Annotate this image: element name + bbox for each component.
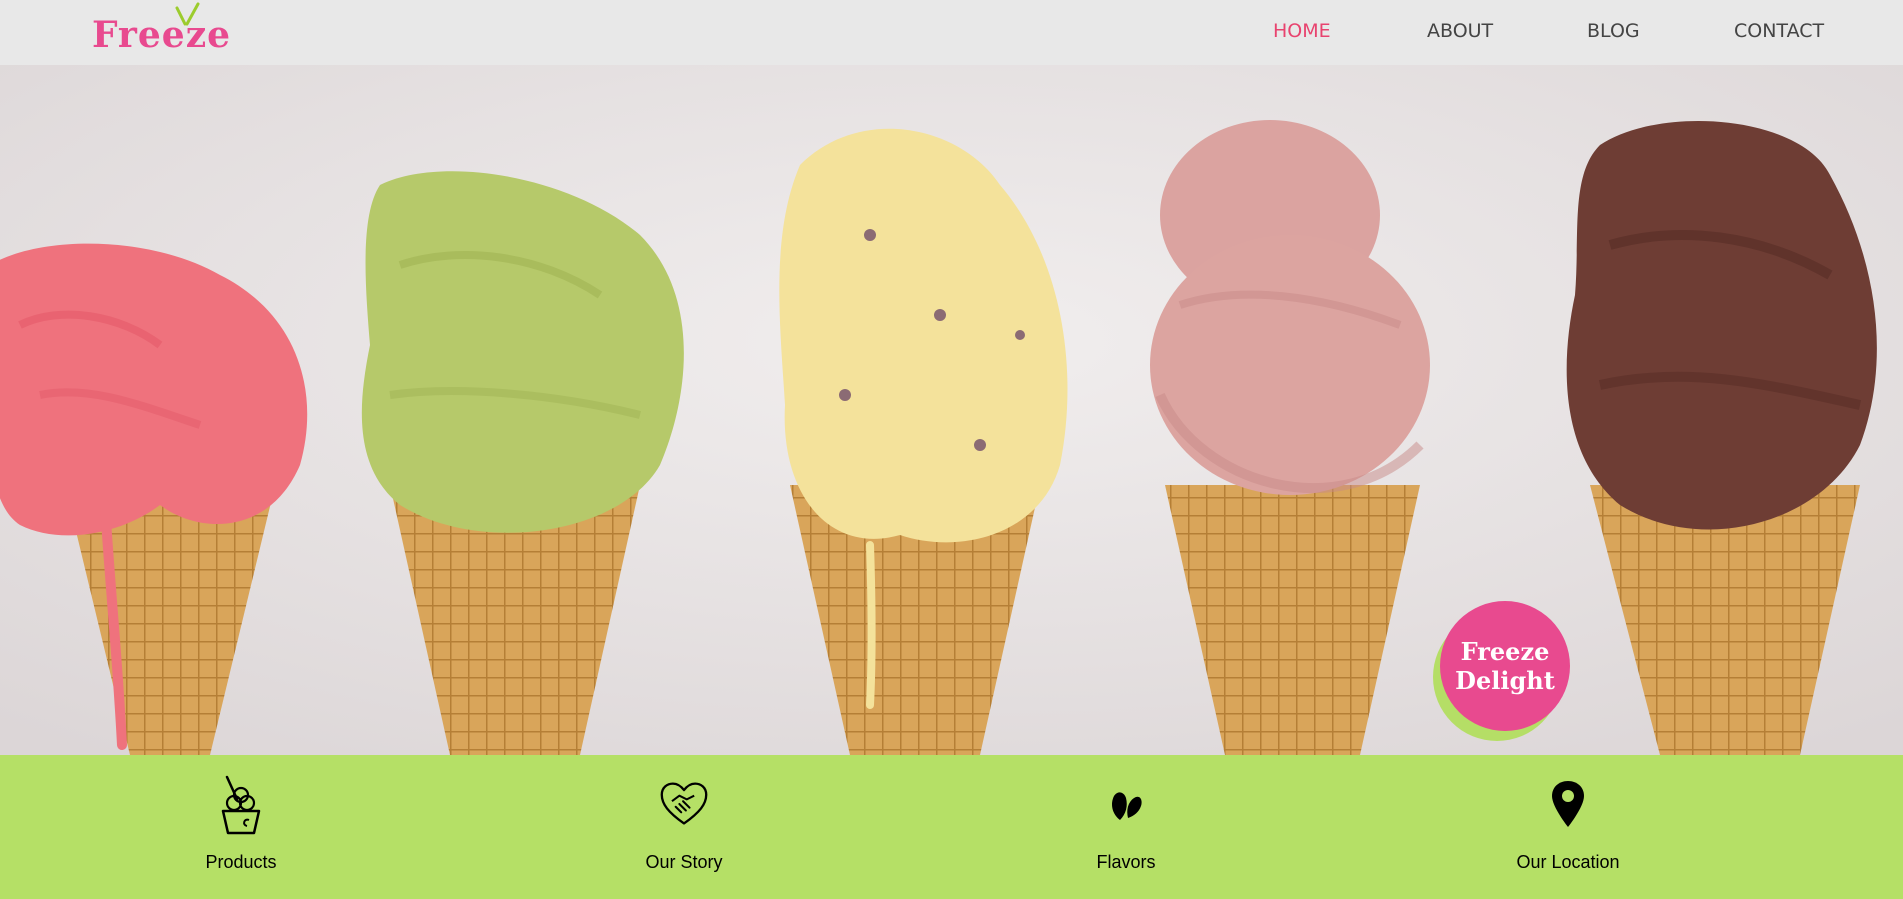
badge-line-2: Delight (1455, 666, 1555, 695)
freeze-delight-badge[interactable]: Freeze Delight (1431, 601, 1571, 741)
feature-our-location-label: Our Location (1516, 852, 1620, 872)
feature-products[interactable]: Products (141, 773, 341, 883)
feature-flavors-label: Flavors (1096, 852, 1156, 872)
leaf-icon (1101, 773, 1151, 835)
hero-image (0, 65, 1903, 755)
feature-our-story-label: Our Story (645, 852, 723, 872)
map-pin-icon (1543, 773, 1593, 835)
feature-flavors[interactable]: Flavors (1026, 773, 1226, 883)
feature-our-story[interactable]: Our Story (584, 773, 784, 883)
badge-line-1: Freeze (1460, 637, 1550, 666)
nav-blog[interactable]: BLOG (1587, 20, 1640, 42)
nav-contact[interactable]: CONTACT (1734, 20, 1824, 42)
features-bar: Products Our Story Flavors Our Location (0, 755, 1903, 899)
ice-cream-cup-icon (216, 773, 266, 835)
top-navbar: Freeze HOME ABOUT BLOG CONTACT (0, 0, 1903, 65)
logo-text: Freeze (92, 14, 232, 56)
brand-logo[interactable]: Freeze (92, 2, 230, 56)
nav-about[interactable]: ABOUT (1427, 20, 1493, 42)
feature-our-location[interactable]: Our Location (1468, 773, 1668, 883)
feature-products-label: Products (205, 852, 277, 872)
nav-home[interactable]: HOME (1273, 20, 1331, 42)
badge-circle: Freeze Delight (1440, 601, 1570, 731)
ice-cream-cones-illustration (0, 65, 1903, 755)
heart-handshake-icon (659, 773, 709, 835)
